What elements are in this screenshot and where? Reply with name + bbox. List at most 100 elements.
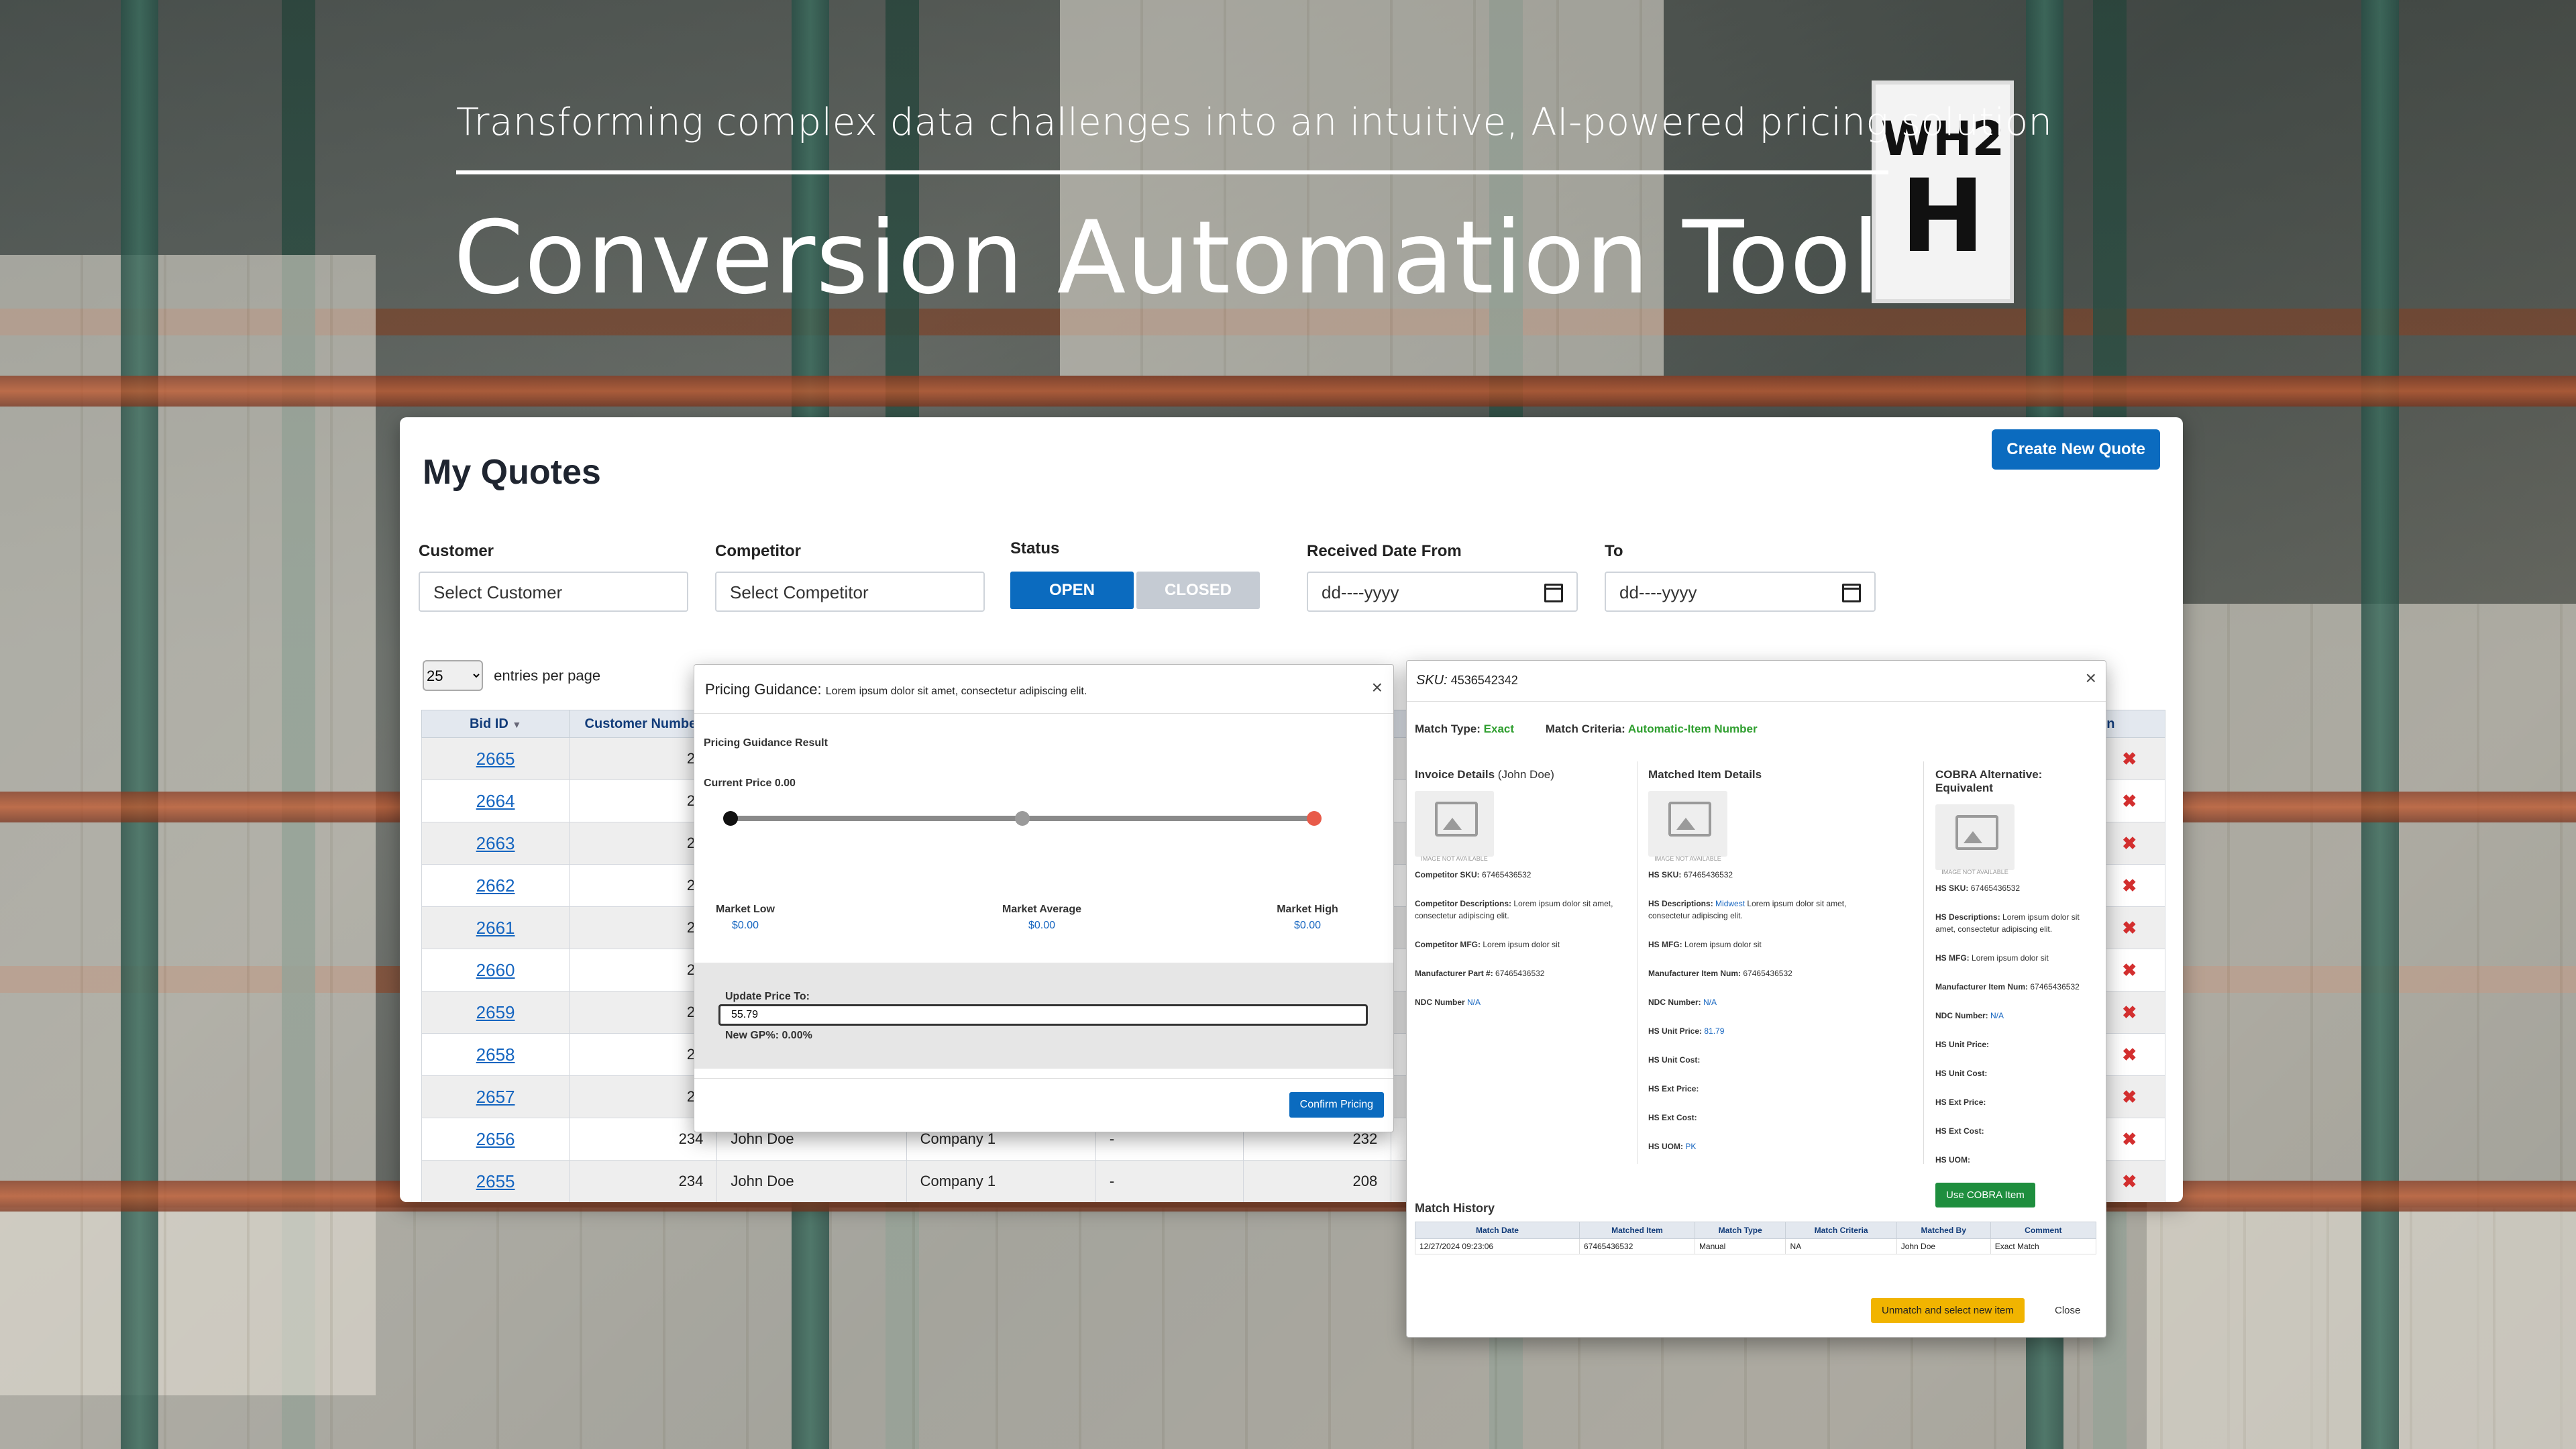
- detail-row: HS Ext Cost:: [1648, 1112, 1870, 1124]
- market-price-slider[interactable]: [723, 811, 1322, 826]
- detail-row: HS Ext Price:: [1935, 1096, 2096, 1108]
- entries-select[interactable]: 25: [423, 660, 483, 691]
- image-na-caption: IMAGE NOT AVAILABLE: [1654, 855, 1721, 862]
- current-price: Current Price 0.00: [704, 777, 796, 789]
- detail-row: HS Unit Cost:: [1935, 1067, 2096, 1079]
- sku-title: SKU: 4536542342: [1416, 673, 1518, 688]
- history-column-header[interactable]: Matched Item: [1578, 1222, 1695, 1239]
- detail-key: HS SKU:: [1648, 870, 1682, 879]
- customer-select[interactable]: Select Customer: [419, 572, 688, 612]
- cobra-alternative-column: COBRA Alternative: Equivalent IMAGE NOT …: [1935, 768, 2096, 1208]
- bid-id-cell: 2656: [421, 1118, 570, 1161]
- detail-row: HS SKU: 67465436532: [1935, 882, 2096, 894]
- calendar-icon[interactable]: [1544, 584, 1563, 602]
- bid-id-link[interactable]: 2660: [476, 960, 515, 980]
- slider-average-knob[interactable]: [1015, 811, 1030, 826]
- detail-key: HS MFG:: [1648, 940, 1682, 949]
- detail-row: Manufacturer Item Num: 67465436532: [1648, 967, 1870, 979]
- detail-row: NDC Number: N/A: [1935, 1010, 2096, 1022]
- detail-value: Lorem ipsum dolor sit: [1972, 953, 2049, 963]
- customer-number-cell: 234: [569, 1160, 718, 1202]
- detail-key: Manufacturer Item Num:: [1935, 982, 2029, 991]
- use-cobra-item-button[interactable]: Use COBRA Item: [1935, 1183, 2035, 1208]
- bid-id-link[interactable]: 2655: [476, 1171, 515, 1191]
- image-placeholder: IMAGE NOT AVAILABLE: [1648, 791, 1727, 862]
- bid-id-cell: 2655: [421, 1160, 570, 1202]
- history-column-header[interactable]: Match Criteria: [1785, 1222, 1897, 1239]
- detail-row: NDC Number N/A: [1415, 996, 1636, 1008]
- detail-value: 67465436532: [1743, 969, 1792, 978]
- bid-id-link[interactable]: 2659: [476, 1002, 515, 1022]
- cobra-title: COBRA Alternative: Equivalent: [1935, 768, 2043, 794]
- bid-id-link[interactable]: 2662: [476, 875, 515, 896]
- bid-id-link[interactable]: 2664: [476, 791, 515, 811]
- calendar-icon[interactable]: [1842, 584, 1861, 602]
- hero-title: Conversion Automation Tool: [453, 200, 1881, 317]
- detail-key: NDC Number:: [1935, 1011, 1988, 1020]
- status-label: Status: [1010, 539, 1060, 557]
- bid-id-link[interactable]: 2656: [476, 1129, 515, 1149]
- matched-item-column: Matched Item Details IMAGE NOT AVAILABLE…: [1648, 768, 1870, 1169]
- bid-id-link[interactable]: 2665: [476, 749, 515, 769]
- detail-value: Lorem ipsum dolor sit: [1483, 940, 1560, 949]
- slider-low-knob[interactable]: [723, 811, 738, 826]
- status-open-button[interactable]: OPEN: [1010, 572, 1134, 609]
- dash-cell: -: [1095, 1160, 1244, 1202]
- bid-id-link[interactable]: 2663: [476, 833, 515, 853]
- detail-value: 67465436532: [1970, 883, 2021, 893]
- bid-id-link[interactable]: 2658: [476, 1044, 515, 1065]
- history-column-header[interactable]: Match Date: [1415, 1222, 1580, 1239]
- detail-row: HS Unit Price:: [1935, 1038, 2096, 1051]
- pricing-modal-title: Pricing Guidance: Lorem ipsum dolor sit …: [705, 681, 1087, 698]
- pricing-subtitle: Lorem ipsum dolor sit amet, consectetur …: [825, 686, 1087, 697]
- invoice-title-text: Invoice Details: [1415, 768, 1495, 781]
- number-cell: 208: [1242, 1160, 1392, 1202]
- column-header-bid-id[interactable]: Bid ID ▼: [421, 710, 570, 738]
- update-price-input[interactable]: 55.79: [718, 1004, 1368, 1026]
- header-label: Bid ID: [469, 716, 508, 731]
- detail-key: HS UOM:: [1935, 1155, 1970, 1165]
- date-to-input[interactable]: dd----yyyy: [1605, 572, 1876, 612]
- detail-value: N/A: [1703, 998, 1717, 1007]
- detail-value-highlight: Midwest: [1715, 899, 1746, 908]
- bid-id-cell: 2660: [421, 949, 570, 991]
- close-button[interactable]: Close: [2055, 1305, 2080, 1316]
- close-icon[interactable]: ×: [1372, 677, 1383, 698]
- sku-match-modal: SKU: 4536542342 × Match Type: Exact Matc…: [1406, 660, 2106, 1338]
- detail-value: Lorem ipsum dolor sit: [1684, 940, 1762, 949]
- detail-key: HS Ext Cost:: [1935, 1126, 1984, 1136]
- competitor-select[interactable]: Select Competitor: [715, 572, 985, 612]
- detail-row: HS MFG: Lorem ipsum dolor sit: [1935, 952, 2096, 964]
- confirm-pricing-button[interactable]: Confirm Pricing: [1289, 1092, 1384, 1118]
- slider-high-knob[interactable]: [1307, 811, 1322, 826]
- image-icon: [1955, 815, 1998, 850]
- sort-down-icon: ▼: [512, 718, 522, 730]
- close-icon[interactable]: ×: [2086, 667, 2096, 689]
- unmatch-button[interactable]: Unmatch and select new item: [1871, 1298, 2025, 1323]
- create-new-quote-button[interactable]: Create New Quote: [1992, 429, 2160, 470]
- detail-key: HS Descriptions:: [1648, 899, 1713, 908]
- history-column-header[interactable]: Comment: [1990, 1222, 2097, 1239]
- bid-id-link[interactable]: 2661: [476, 918, 515, 938]
- pricing-modal-header: Pricing Guidance: Lorem ipsum dolor sit …: [694, 665, 1393, 714]
- market-low: Market Low $0.00: [692, 904, 799, 932]
- sku-value: 4536542342: [1450, 674, 1518, 687]
- aisle-sign-letter: H: [1900, 158, 1985, 275]
- detail-row: HS Unit Price: 81.79: [1648, 1025, 1870, 1037]
- match-criteria-value: Automatic-Item Number: [1627, 722, 1758, 735]
- detail-key: HS Unit Price:: [1648, 1026, 1703, 1036]
- detail-key: HS Descriptions:: [1935, 912, 2000, 922]
- bid-id-cell: 2665: [421, 737, 570, 780]
- history-column-header[interactable]: Match Type: [1694, 1222, 1786, 1239]
- detail-row: HS Descriptions: Midwest Lorem ipsum dol…: [1648, 898, 1870, 922]
- bid-id-link[interactable]: 2657: [476, 1087, 515, 1107]
- detail-key: Competitor MFG:: [1415, 940, 1481, 949]
- sku-label: SKU:: [1416, 673, 1448, 688]
- rack-post: [121, 0, 158, 1449]
- history-column-header[interactable]: Matched By: [1896, 1222, 1991, 1239]
- pricing-title-label: Pricing Guidance:: [705, 681, 822, 698]
- date-from-input[interactable]: dd----yyyy: [1307, 572, 1578, 612]
- status-closed-button[interactable]: CLOSED: [1136, 572, 1260, 609]
- history-cell: Exact Match: [1990, 1238, 2097, 1254]
- detail-row: Competitor SKU: 67465436532: [1415, 869, 1636, 881]
